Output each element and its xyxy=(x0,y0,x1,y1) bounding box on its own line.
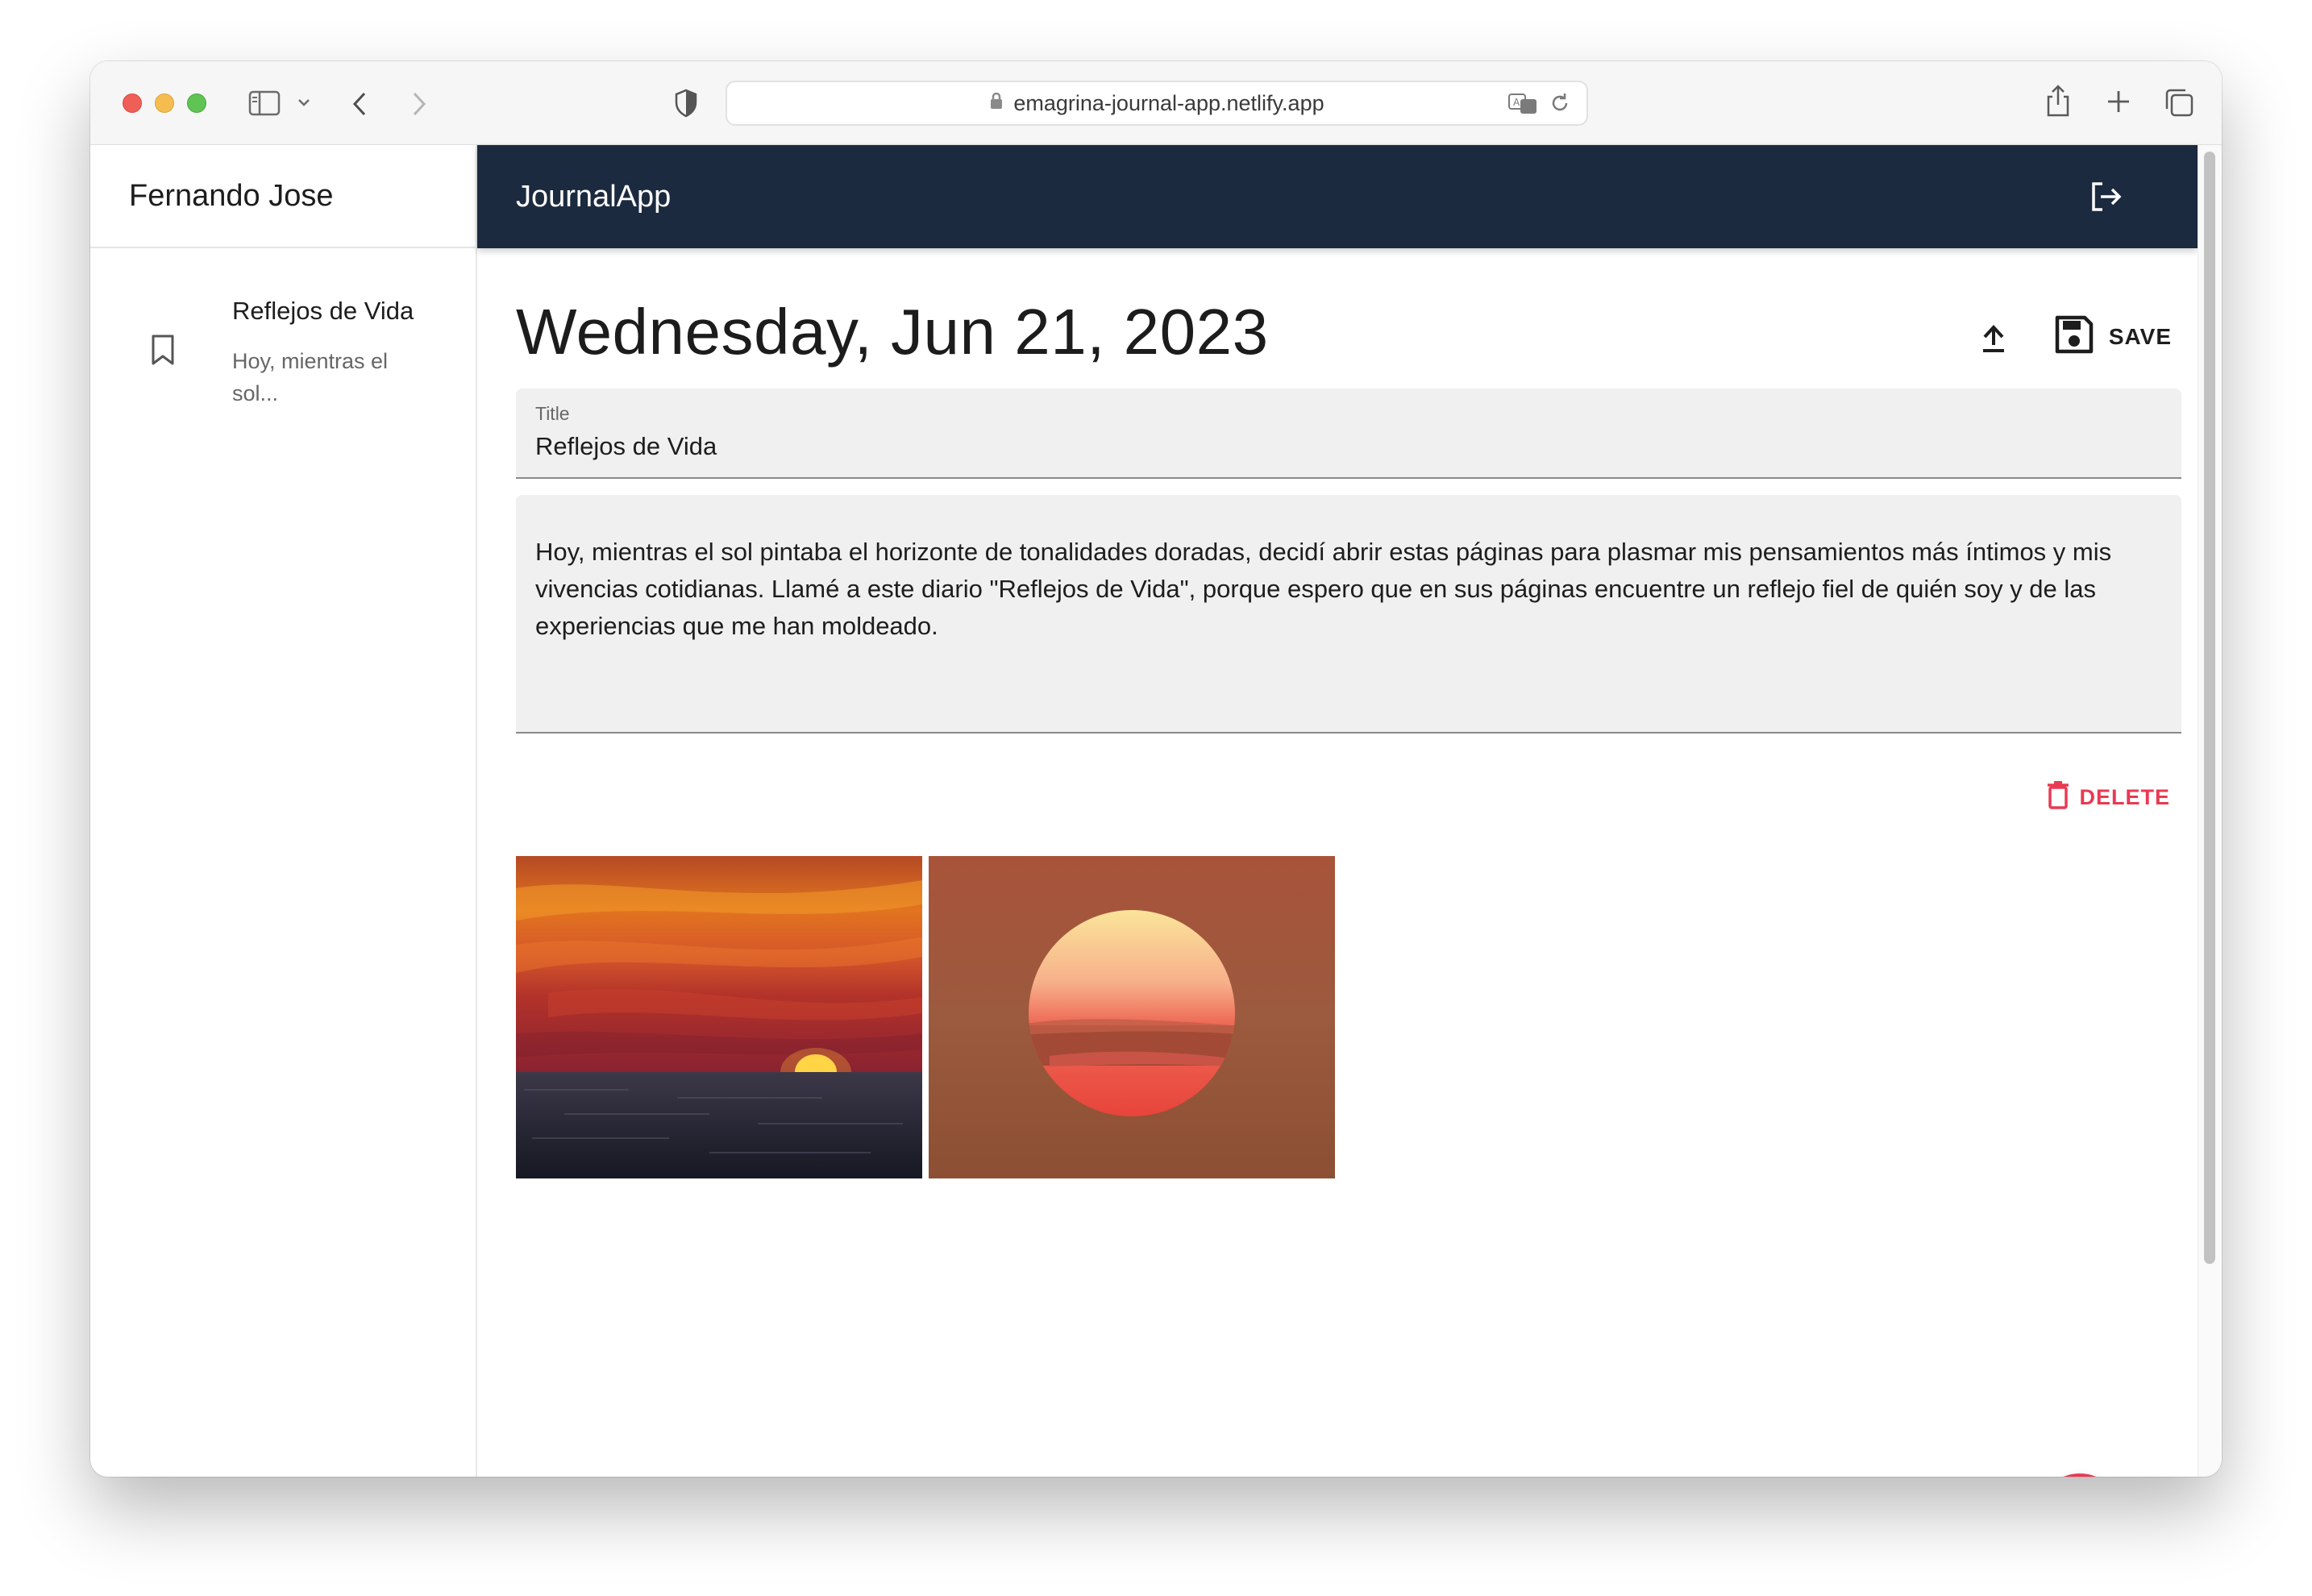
close-window-button[interactable] xyxy=(123,94,142,113)
lock-icon xyxy=(989,91,1004,116)
reload-icon[interactable] xyxy=(1549,92,1570,120)
sidebar-user-name: Fernando Jose xyxy=(90,145,476,248)
logout-icon[interactable] xyxy=(2088,179,2123,218)
sidebar: Fernando Jose Reflejos de Vida Hoy, mien… xyxy=(90,145,477,1477)
app-brand: JournalApp xyxy=(516,179,672,214)
journal-entry-item[interactable]: Reflejos de Vida Hoy, mientras el sol... xyxy=(90,248,476,418)
red-sun-image[interactable] xyxy=(929,856,1335,1178)
image-gallery xyxy=(516,856,1335,1178)
save-button[interactable]: SAVE xyxy=(2054,314,2172,360)
sunset-over-sea-image[interactable] xyxy=(516,856,922,1178)
save-icon xyxy=(2054,314,2094,360)
shield-icon[interactable] xyxy=(674,89,698,118)
browser-window: emagrina-journal-app.netlify.app A Ferna… xyxy=(90,61,2222,1477)
back-arrow-icon[interactable] xyxy=(350,90,369,118)
entry-snippet: Hoy, mientras el sol... xyxy=(232,349,389,405)
scrollbar[interactable] xyxy=(2198,145,2222,1477)
note-editor: Wednesday, Jun 21, 2023 SAVE Title Refle… xyxy=(516,248,2181,1477)
address-bar[interactable]: emagrina-journal-app.netlify.app A xyxy=(726,81,1588,126)
upload-icon[interactable] xyxy=(1978,322,2009,359)
save-label: SAVE xyxy=(2108,324,2172,349)
delete-label: DELETE xyxy=(2079,785,2170,809)
new-tab-icon[interactable] xyxy=(2106,89,2131,114)
tab-overview-icon[interactable] xyxy=(2164,87,2194,118)
sidebar-toggle-icon[interactable] xyxy=(248,90,281,116)
trash-icon xyxy=(2047,780,2069,815)
svg-text:A: A xyxy=(1513,97,1520,108)
title-field-value: Reflejos de Vida xyxy=(535,432,717,460)
delete-button[interactable]: DELETE xyxy=(2047,780,2170,815)
bookmark-icon xyxy=(148,334,177,370)
title-field[interactable]: Title Reflejos de Vida xyxy=(516,389,2181,479)
body-text: Hoy, mientras el sol pintaba el horizont… xyxy=(535,538,2112,640)
translate-icon[interactable]: A xyxy=(1507,92,1538,120)
minimize-window-button[interactable] xyxy=(155,94,174,113)
scrollbar-thumb[interactable] xyxy=(2204,152,2215,1264)
add-note-button[interactable] xyxy=(2036,1473,2123,1477)
forward-arrow-icon[interactable] xyxy=(410,90,429,118)
entry-title: Reflejos de Vida xyxy=(232,297,414,325)
note-date: Wednesday, Jun 21, 2023 xyxy=(516,296,1269,368)
body-textarea[interactable]: Hoy, mientras el sol pintaba el horizont… xyxy=(516,495,2181,734)
browser-toolbar: emagrina-journal-app.netlify.app A xyxy=(90,61,2222,145)
chevron-down-icon[interactable] xyxy=(297,97,311,108)
zoom-window-button[interactable] xyxy=(187,94,206,113)
url-text: emagrina-journal-app.netlify.app xyxy=(1013,90,1324,115)
main-panel: JournalApp Wednesday, Jun 21, 2023 SAVE xyxy=(477,145,2198,1477)
journal-app: Fernando Jose Reflejos de Vida Hoy, mien… xyxy=(90,145,2222,1477)
title-field-label: Title xyxy=(535,403,570,424)
share-icon[interactable] xyxy=(2044,84,2072,118)
app-topbar: JournalApp xyxy=(477,145,2198,248)
